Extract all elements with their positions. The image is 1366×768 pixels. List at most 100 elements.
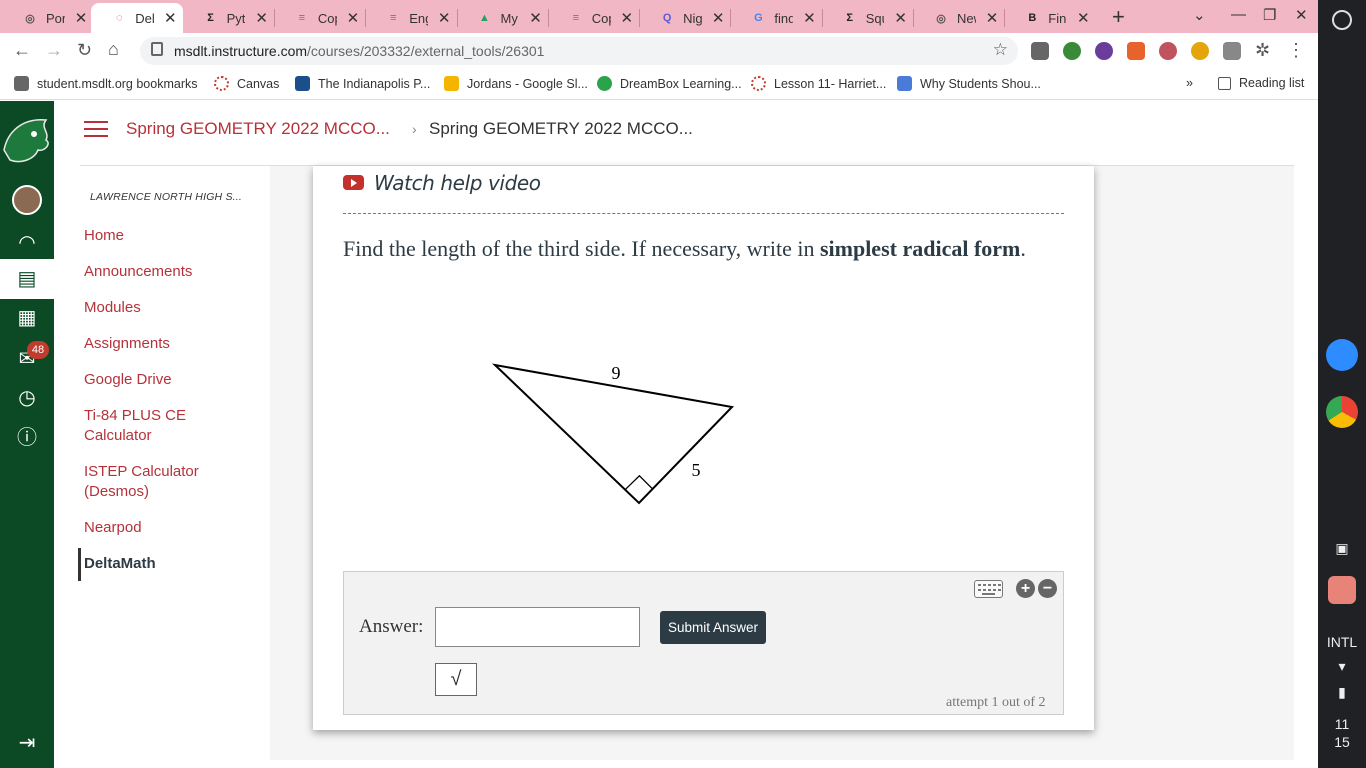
browser-tab[interactable]: ≡ Eng ✕ [365, 3, 456, 33]
youtube-icon[interactable] [343, 175, 364, 190]
submit-answer-button[interactable]: Submit Answer [660, 611, 766, 644]
bookmark-item[interactable]: DreamBox Learning... [597, 76, 742, 91]
attempt-counter: attempt 1 out of 2 [946, 695, 1046, 710]
close-window-button[interactable]: ✕ [1295, 6, 1308, 24]
browser-menu-icon[interactable]: ⋮ [1287, 40, 1305, 61]
q-icon: Q [662, 12, 672, 24]
reading-list-button[interactable]: Reading list [1218, 76, 1304, 90]
help-icon[interactable]: ⓘ [12, 423, 42, 453]
tab-label: New [957, 10, 976, 26]
extension-icon[interactable] [1031, 42, 1049, 60]
tab-label: Copy [591, 10, 611, 26]
collapse-nav-icon[interactable]: ⇥ [12, 728, 42, 758]
more-bookmarks-chevron-icon[interactable]: » [1186, 76, 1193, 90]
chrome-circle-icon: ◎ [25, 12, 35, 25]
word-icon[interactable]: ▣ [1318, 540, 1366, 557]
home-button[interactable]: ⌂ [108, 39, 119, 60]
browser-tab[interactable]: Q Nigh ✕ [639, 3, 730, 33]
tab-close-icon[interactable]: ✕ [1077, 9, 1090, 27]
courses-icon[interactable]: ▤ [12, 264, 42, 294]
minimize-button[interactable]: — [1231, 6, 1246, 23]
extensions-puzzle-icon[interactable]: ✲ [1255, 40, 1270, 61]
battery-icon[interactable]: ▮ [1318, 684, 1366, 701]
browser-tab[interactable]: ◌ Delta ✕ [91, 3, 183, 33]
nav-link-announcements[interactable]: Announcements [84, 262, 192, 282]
clock-minute[interactable]: 15 [1318, 734, 1366, 750]
school-logo-icon[interactable] [0, 110, 54, 168]
restore-button[interactable]: ❐ [1263, 6, 1276, 24]
wifi-icon[interactable]: ▾ [1318, 658, 1366, 675]
tab-label: Nigh [683, 10, 702, 26]
bookmark-star-icon[interactable]: ☆ [993, 40, 1008, 60]
extension-icon[interactable] [1191, 42, 1209, 60]
answer-input[interactable] [435, 607, 640, 647]
tab-close-icon[interactable]: ✕ [347, 9, 360, 27]
nav-link-assignments[interactable]: Assignments [84, 334, 170, 354]
tab-close-icon[interactable]: ✕ [803, 9, 816, 27]
hamburger-menu-icon[interactable] [84, 121, 108, 139]
extension-icon[interactable] [1159, 42, 1177, 60]
account-avatar[interactable] [12, 185, 42, 215]
bookmark-item[interactable]: Why Students Shou... [897, 76, 1041, 91]
tab-close-icon[interactable]: ✕ [621, 9, 634, 27]
zoom-app-icon[interactable] [1326, 339, 1358, 371]
watch-help-video-link[interactable]: Watch help video [374, 171, 541, 195]
tab-close-icon[interactable]: ✕ [986, 9, 999, 27]
input-method-indicator[interactable]: INTL [1318, 634, 1366, 650]
zoom-in-icon[interactable]: + [1016, 579, 1035, 598]
site-info-icon[interactable] [151, 42, 163, 56]
tab-close-icon[interactable]: ✕ [712, 9, 725, 27]
nav-link-deltamath[interactable]: DeltaMath [84, 554, 156, 574]
browser-tab[interactable]: Σ Squa ✕ [822, 3, 913, 33]
address-bar[interactable]: msdlt.instructure.com/courses/203332/ext… [140, 37, 1018, 65]
browser-tab[interactable]: Gfind t ✕ [730, 3, 821, 33]
nav-link-google-drive[interactable]: Google Drive [84, 370, 172, 390]
browser-tab[interactable]: ≡ Copy ✕ [274, 3, 365, 33]
bookmark-item[interactable]: The Indianapolis P... [295, 76, 430, 91]
forward-button[interactable]: → [45, 40, 63, 61]
back-button[interactable]: ← [13, 40, 31, 61]
browser-tab[interactable]: ◎ New ✕ [913, 3, 1004, 33]
nav-link-istep-desmos[interactable]: ISTEP Calculator (Desmos) [84, 462, 224, 502]
exit-app-icon[interactable] [1328, 576, 1356, 604]
tab-close-icon[interactable]: ✕ [255, 9, 268, 27]
extension-icon[interactable] [1095, 42, 1113, 60]
nav-link-home[interactable]: Home [84, 226, 124, 246]
tab-close-icon[interactable]: ✕ [529, 9, 542, 27]
tab-close-icon[interactable]: ✕ [438, 9, 451, 27]
reload-button[interactable]: ↻ [77, 40, 92, 61]
question-plain: Find the length of the third side. If ne… [343, 236, 820, 261]
tab-close-icon[interactable]: ✕ [75, 9, 88, 27]
history-clock-icon[interactable]: ◷ [12, 383, 42, 413]
bookmark-item[interactable]: Jordans - Google Sl... [444, 76, 588, 91]
sqrt-button[interactable]: √ [435, 663, 477, 696]
dashboard-icon[interactable]: ◠ [12, 228, 42, 258]
dashed-divider [343, 213, 1064, 214]
zoom-out-icon[interactable]: − [1038, 579, 1057, 598]
bookmark-item[interactable]: Canvas [214, 76, 279, 91]
bookmark-folder[interactable]: student.msdlt.org bookmarks [14, 76, 198, 91]
browser-tab[interactable]: B Find ✕ [1004, 3, 1095, 33]
browser-tab[interactable]: ≡ Copy ✕ [548, 3, 639, 33]
extension-icon[interactable] [1223, 42, 1241, 60]
nav-link-modules[interactable]: Modules [84, 298, 141, 318]
clock-hour[interactable]: 11 [1318, 716, 1366, 732]
nav-link-nearpod[interactable]: Nearpod [84, 518, 142, 538]
bookmark-item[interactable]: Lesson 11- Harriet... [751, 76, 886, 91]
tab-close-icon[interactable]: ✕ [894, 9, 907, 27]
browser-tab[interactable]: ◎ Porta ✕ [2, 3, 93, 33]
new-tab-button[interactable]: + [1112, 4, 1125, 30]
keyboard-icon[interactable] [974, 580, 1003, 598]
chrome-app-icon[interactable] [1326, 396, 1358, 428]
calendar-icon[interactable]: ▦ [12, 303, 42, 333]
tab-close-icon[interactable]: ✕ [164, 9, 177, 27]
breadcrumb-course[interactable]: Spring GEOMETRY 2022 MCCO... [126, 119, 390, 139]
browser-tab[interactable]: Σ Pyth ✕ [183, 3, 274, 33]
launcher-icon[interactable] [1332, 10, 1352, 30]
nav-link-ti84[interactable]: Ti-84 PLUS CE Calculator [84, 406, 224, 446]
browser-tab[interactable]: ▲ My D ✕ [457, 3, 548, 33]
extension-icon[interactable] [1063, 42, 1081, 60]
tab-search-icon[interactable]: ⌄ [1193, 6, 1206, 24]
extension-icon[interactable] [1127, 42, 1145, 60]
question-end: . [1020, 236, 1026, 261]
